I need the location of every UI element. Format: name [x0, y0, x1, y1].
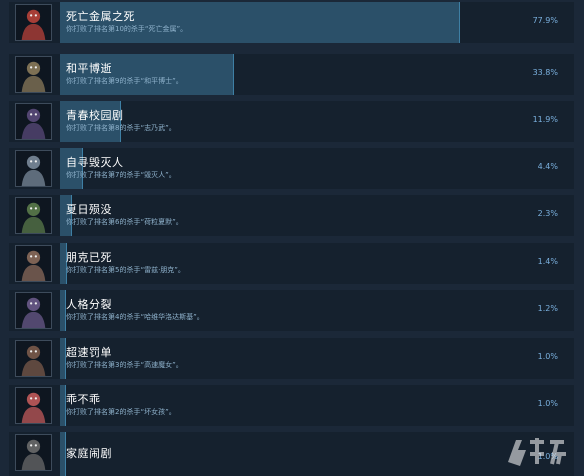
unlock-percentage: 2.3% [537, 209, 558, 218]
achievement-description: 你打败了排名第2的杀手“坏女孩”。 [66, 408, 176, 416]
achievement-list: 死亡金属之死 你打败了排名第10的杀手“死亡金属”。 77.9% 和平博逝 你打… [0, 0, 584, 476]
achievement-row[interactable]: 朋克已死 你打败了排名第5的杀手“雷兹·朋克”。 1.4% [9, 243, 574, 284]
achievement-description: 你打败了排名第9的杀手“和平博士”。 [66, 77, 183, 85]
unlock-percentage: 1.0% [537, 452, 558, 461]
achievement-title: 朋克已死 [66, 251, 112, 264]
progress-track [60, 432, 574, 476]
progress-track [60, 148, 574, 189]
unlock-percentage: 33.8% [532, 68, 558, 77]
achievement-row[interactable]: 超速罚单 你打败了排名第3的杀手“高速魔女”。 1.0% [9, 338, 574, 379]
character-portrait-icon [15, 150, 52, 187]
progress-track [60, 54, 574, 95]
character-portrait-icon [15, 103, 52, 140]
achievement-title: 死亡金属之死 [66, 10, 135, 23]
progress-track [60, 2, 574, 43]
unlock-percentage: 1.0% [537, 399, 558, 408]
character-portrait-icon [15, 292, 52, 329]
progress-track [60, 385, 574, 426]
achievement-row[interactable]: 乖不乖 你打败了排名第2的杀手“坏女孩”。 1.0% [9, 385, 574, 426]
achievement-description: 你打败了排名第5的杀手“雷兹·朋克”。 [66, 266, 185, 274]
achievement-row[interactable]: 自寻毁灭人 你打败了排名第7的杀手“毁灭人”。 4.4% [9, 148, 574, 189]
unlock-percentage: 11.9% [532, 115, 558, 124]
character-portrait-icon [15, 4, 52, 41]
achievement-description: 你打败了排名第8的杀手“志乃武”。 [66, 124, 176, 132]
character-portrait-icon [15, 340, 52, 377]
achievement-title: 人格分裂 [66, 298, 112, 311]
achievement-row[interactable]: 死亡金属之死 你打败了排名第10的杀手“死亡金属”。 77.9% [9, 2, 574, 43]
achievement-title: 夏日殒没 [66, 203, 112, 216]
achievement-title: 家庭闹剧 [66, 447, 112, 460]
achievement-row[interactable]: 青春校园剧 你打败了排名第8的杀手“志乃武”。 11.9% [9, 101, 574, 142]
achievement-description: 你打败了排名第4的杀手“哈维华洛达斯基”。 [66, 313, 204, 321]
achievement-row[interactable]: 家庭闹剧 1.0% [9, 432, 574, 476]
achievement-title: 乖不乖 [66, 393, 101, 406]
achievement-row[interactable]: 人格分裂 你打败了排名第4的杀手“哈维华洛达斯基”。 1.2% [9, 290, 574, 331]
achievement-title: 和平博逝 [66, 62, 112, 75]
achievement-title: 青春校园剧 [66, 109, 124, 122]
achievement-description: 你打败了排名第10的杀手“死亡金属”。 [66, 25, 188, 33]
achievement-row[interactable]: 夏日殒没 你打败了排名第6的杀手“荷粒夏默”。 2.3% [9, 195, 574, 236]
progress-track [60, 243, 574, 284]
achievement-description: 你打败了排名第3的杀手“高速魔女”。 [66, 361, 183, 369]
achievement-description: 你打败了排名第7的杀手“毁灭人”。 [66, 171, 176, 179]
unlock-percentage: 1.0% [537, 352, 558, 361]
character-portrait-icon [15, 197, 52, 234]
achievement-description: 你打败了排名第6的杀手“荷粒夏默”。 [66, 218, 183, 226]
progress-track [60, 338, 574, 379]
progress-track [60, 195, 574, 236]
achievement-title: 超速罚单 [66, 346, 112, 359]
character-portrait-icon [15, 434, 52, 471]
unlock-percentage: 4.4% [537, 162, 558, 171]
progress-track [60, 101, 574, 142]
progress-track [60, 290, 574, 331]
character-portrait-icon [15, 245, 52, 282]
unlock-percentage: 77.9% [532, 16, 558, 25]
achievement-title: 自寻毁灭人 [66, 156, 124, 169]
unlock-percentage: 1.4% [537, 257, 558, 266]
achievement-row[interactable]: 和平博逝 你打败了排名第9的杀手“和平博士”。 33.8% [9, 54, 574, 95]
character-portrait-icon [15, 56, 52, 93]
character-portrait-icon [15, 387, 52, 424]
unlock-percentage: 1.2% [537, 304, 558, 313]
